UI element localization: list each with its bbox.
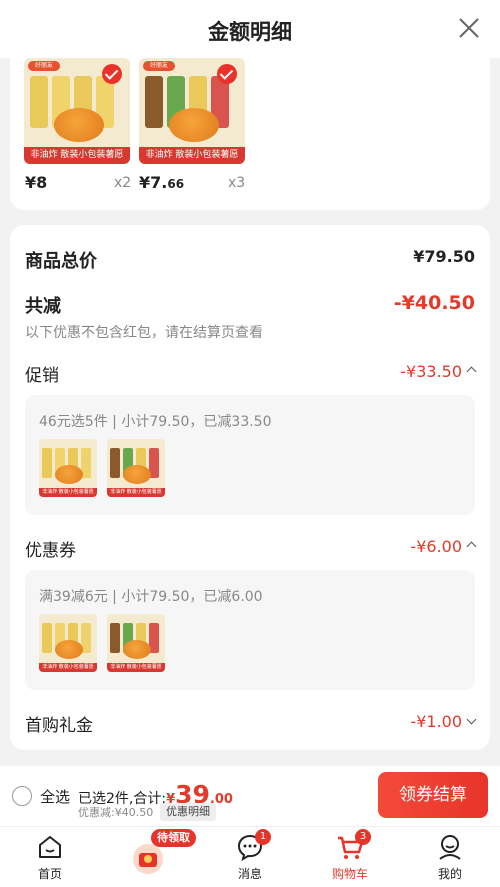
product-band: 非油炸 散装小包装薯愿 [139, 147, 245, 164]
promotion-value: -¥33.50 [400, 362, 462, 381]
coupon-value: -¥6.00 [410, 537, 462, 556]
select-all-label[interactable]: 全选 [40, 786, 70, 807]
chevron-up-icon [466, 541, 477, 552]
coupon-detail-panel: 满39减6元 | 小计79.50，已减6.00 非油炸 散装小包装薯愿 非油炸 … [25, 570, 475, 690]
close-icon[interactable] [458, 17, 480, 39]
cart-badge: 3 [355, 829, 371, 845]
chevron-down-icon [466, 714, 477, 725]
coupon-detail: 满39减6元 | 小计79.50，已减6.00 [39, 589, 263, 605]
product-band: 非油炸 散装小包装薯愿 [24, 147, 130, 164]
page-title: 金额明细 [208, 20, 292, 44]
discount-value: -¥40.50 [393, 292, 475, 314]
tab-cart[interactable]: 购物车 3 [300, 827, 400, 887]
checkout-bar: 全选 已选2件,合计:¥39.00 优惠减:¥40.50 优惠明细 领券结算 [0, 766, 500, 826]
select-all-radio[interactable] [12, 786, 32, 806]
item-quantity: x3 [228, 175, 246, 191]
item-quantity: x2 [114, 175, 132, 191]
bottom-tab-bar: 首页 待领取 消息 1 购物车 3 我的 [0, 826, 500, 887]
first-gift-label: 首购礼金 [25, 716, 93, 736]
item-price: ¥8 [25, 173, 48, 192]
coupon-label: 优惠券 [25, 541, 76, 561]
chevron-up-icon [466, 366, 477, 377]
first-gift-value: -¥1.00 [410, 712, 462, 731]
selected-check-icon[interactable] [217, 64, 237, 84]
total-value: ¥79.50 [413, 247, 475, 266]
product-mini-thumbnail: 非油炸 散装小包装薯愿 [39, 614, 97, 672]
tab-profile[interactable]: 我的 [400, 827, 500, 887]
discount-detail-button[interactable]: 优惠明细 [160, 803, 216, 821]
home-icon [39, 836, 61, 858]
product-mini-thumbnail: 非油炸 散装小包装薯愿 [107, 439, 165, 497]
promotion-detail-panel: 46元选5件 | 小计79.50，已减33.50 非油炸 散装小包装薯愿 非油炸… [25, 395, 475, 515]
product-mini-thumbnail: 非油炸 散装小包装薯愿 [39, 439, 97, 497]
product-card: 好丽友 非油炸 散装小包装薯愿 好丽友 非油炸 散装小包装薯愿 ¥8 x2 ¥7… [10, 58, 490, 210]
checkout-button[interactable]: 领券结算 [378, 772, 488, 818]
message-badge: 1 [255, 829, 271, 845]
tab-messages[interactable]: 消息 1 [200, 827, 300, 887]
item-price: ¥7.66 [139, 173, 185, 192]
promo-pill-badge: 待领取 [151, 829, 196, 847]
product-mini-thumbnail: 非油炸 散装小包装薯愿 [107, 614, 165, 672]
coupon-toggle[interactable]: -¥6.00 [410, 537, 477, 556]
promotion-label: 促销 [25, 366, 59, 386]
promotion-detail: 46元选5件 | 小计79.50，已减33.50 [39, 414, 272, 430]
promotion-toggle[interactable]: -¥33.50 [400, 362, 477, 381]
brand-logo: 好丽友 [28, 61, 60, 71]
saved-amount: 优惠减:¥40.50 [78, 806, 154, 819]
tab-home[interactable]: 首页 [0, 827, 100, 887]
total-label: 商品总价 [25, 251, 97, 272]
user-icon [439, 835, 461, 860]
amount-detail-card: 商品总价 ¥79.50 共减 -¥40.50 以下优惠不包含红包，请在结算页查看… [10, 225, 490, 750]
discount-label: 共减 [25, 296, 61, 317]
modal-header: 金额明细 [0, 0, 500, 58]
discount-hint: 以下优惠不包含红包，请在结算页查看 [25, 325, 263, 341]
selected-check-icon[interactable] [102, 64, 122, 84]
brand-logo: 好丽友 [143, 61, 175, 71]
first-gift-toggle[interactable]: -¥1.00 [410, 712, 477, 731]
